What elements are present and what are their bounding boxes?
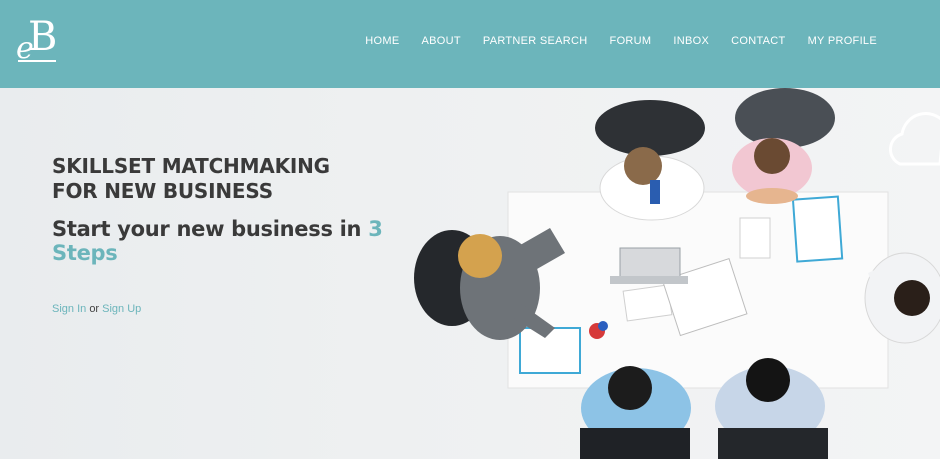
person-top-left	[599, 147, 705, 221]
chair-top-right	[735, 88, 835, 148]
hero-subhead: Start your new business in 3 Steps	[52, 217, 412, 265]
subhead-accent-steps: Steps	[52, 241, 118, 265]
nav-about[interactable]: ABOUT	[421, 35, 460, 47]
or-text: or	[89, 303, 100, 315]
nav-contact[interactable]: CONTACT	[731, 35, 785, 47]
nav-partner-search[interactable]: PARTNER SEARCH	[483, 35, 588, 47]
subhead-accent-number: 3	[368, 217, 383, 241]
hero-headline: SKILLSET MATCHMAKING FOR NEW BUSINESS	[52, 154, 412, 204]
logo[interactable]: e B	[14, 14, 60, 70]
sign-up-link[interactable]: Sign Up	[102, 303, 141, 315]
nav-forum[interactable]: FORUM	[610, 35, 652, 47]
site-header: e B HOME ABOUT PARTNER SEARCH FORUM INBO…	[0, 0, 940, 88]
headline-line-1: SKILLSET MATCHMAKING	[52, 154, 330, 178]
nav-my-profile[interactable]: MY PROFILE	[808, 35, 877, 47]
laptop	[610, 247, 688, 284]
person-right	[864, 252, 940, 344]
hero-section: SKILLSET MATCHMAKING FOR NEW BUSINESS St…	[0, 88, 940, 459]
nav-home[interactable]: HOME	[365, 35, 399, 47]
subhead-prefix: Start your new business in	[52, 217, 362, 241]
nav-inbox[interactable]: INBOX	[673, 35, 709, 47]
main-nav: HOME ABOUT PARTNER SEARCH FORUM INBOX CO…	[365, 35, 877, 47]
chair-top-left	[595, 100, 705, 156]
auth-links: Sign In or Sign Up	[52, 303, 141, 315]
headline-line-2: FOR NEW BUSINESS	[52, 179, 273, 203]
logo-letter-b: B	[28, 14, 58, 60]
meeting-photo	[414, 88, 940, 459]
logo-underline	[18, 60, 56, 62]
sign-in-link[interactable]: Sign In	[52, 303, 86, 315]
hero-text: SKILLSET MATCHMAKING FOR NEW BUSINESS St…	[52, 154, 412, 265]
cloud-icon	[889, 112, 940, 166]
